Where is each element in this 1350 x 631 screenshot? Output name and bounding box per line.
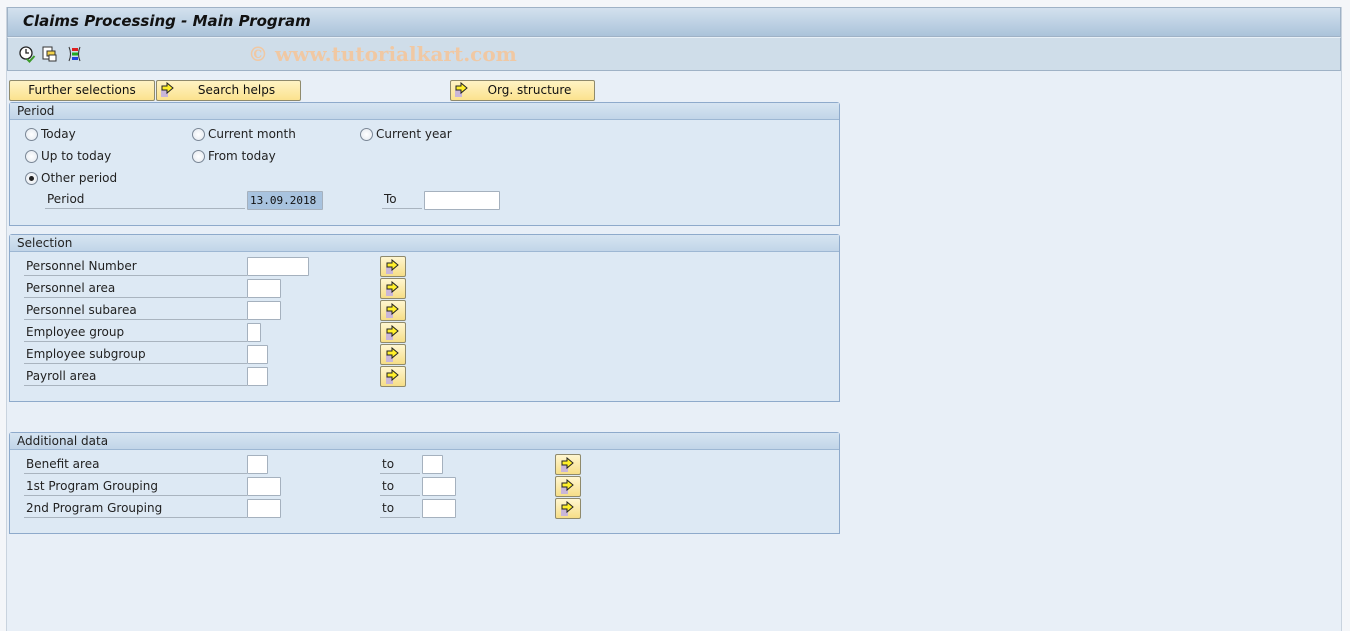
benefit-area-to-input[interactable] bbox=[422, 455, 443, 474]
period-heading: Period bbox=[10, 103, 839, 120]
radio-up-to-today[interactable]: Up to today bbox=[25, 149, 111, 163]
personnel-subarea-label: Personnel subarea bbox=[24, 303, 247, 320]
radio-label: Current month bbox=[208, 127, 296, 141]
execute-clock-icon[interactable] bbox=[18, 45, 36, 63]
benefit-area-from-input[interactable] bbox=[247, 455, 268, 474]
radio-label: From today bbox=[208, 149, 276, 163]
search-helps-button[interactable]: Search helps bbox=[156, 80, 301, 101]
period-to-input[interactable] bbox=[424, 191, 500, 210]
radio-today[interactable]: Today bbox=[25, 127, 76, 141]
employee-group-multiple-selection-button[interactable] bbox=[380, 322, 406, 343]
employee-subgroup-multiple-selection-button[interactable] bbox=[380, 344, 406, 365]
period-label: Period bbox=[45, 192, 245, 209]
program-grouping-2-multiple-selection-button[interactable] bbox=[555, 498, 581, 519]
arrow-right-icon bbox=[454, 81, 470, 104]
arrow-right-icon bbox=[160, 81, 176, 104]
program-grouping-1-to-input[interactable] bbox=[422, 477, 456, 496]
benefit-area-multiple-selection-button[interactable] bbox=[555, 454, 581, 475]
title-bar: Claims Processing - Main Program bbox=[7, 7, 1341, 37]
program-grouping-2-label: 2nd Program Grouping bbox=[24, 501, 247, 518]
org-structure-label: Org. structure bbox=[487, 83, 572, 97]
watermark: © www.tutorialkart.com bbox=[248, 42, 517, 66]
employee-subgroup-input[interactable] bbox=[247, 345, 268, 364]
personnel-area-multiple-selection-button[interactable] bbox=[380, 278, 406, 299]
period-from-input[interactable]: 13.09.2018 bbox=[247, 191, 323, 210]
radio-button[interactable] bbox=[192, 149, 205, 163]
radio-label: Up to today bbox=[41, 149, 112, 163]
benefit-area-label: Benefit area bbox=[24, 457, 247, 474]
program-grouping-2-from-input[interactable] bbox=[247, 499, 281, 518]
selection-heading: Selection bbox=[10, 235, 839, 252]
radio-label: Today bbox=[41, 127, 76, 141]
employee-group-input[interactable] bbox=[247, 323, 261, 342]
radio-label: Current year bbox=[376, 127, 452, 141]
employee-group-label: Employee group bbox=[24, 325, 247, 342]
page-title: Claims Processing - Main Program bbox=[23, 12, 311, 30]
search-helps-label: Search helps bbox=[197, 83, 276, 97]
payroll-area-label: Payroll area bbox=[24, 369, 247, 386]
payroll-area-input[interactable] bbox=[247, 367, 268, 386]
period-group: Period Today Current month Current year … bbox=[9, 102, 840, 226]
further-selections-button[interactable]: Further selections bbox=[9, 80, 155, 101]
personnel-number-label: Personnel Number bbox=[24, 259, 247, 276]
radio-button[interactable] bbox=[25, 127, 38, 141]
program-grouping-1-to-label: to bbox=[380, 479, 420, 496]
radio-button[interactable] bbox=[192, 127, 205, 141]
personnel-number-input[interactable] bbox=[247, 257, 309, 276]
radio-other-period[interactable]: Other period bbox=[25, 171, 117, 185]
radio-label: Other period bbox=[41, 171, 118, 185]
further-selections-label: Further selections bbox=[28, 83, 136, 97]
program-grouping-2-to-input[interactable] bbox=[422, 499, 456, 518]
radio-current-month[interactable]: Current month bbox=[192, 127, 296, 141]
radio-button-selected[interactable] bbox=[25, 171, 38, 185]
radio-current-year[interactable]: Current year bbox=[360, 127, 452, 141]
additional-data-heading: Additional data bbox=[10, 433, 839, 450]
program-grouping-1-from-input[interactable] bbox=[247, 477, 281, 496]
program-grouping-1-multiple-selection-button[interactable] bbox=[555, 476, 581, 497]
personnel-area-input[interactable] bbox=[247, 279, 281, 298]
selection-options-icon[interactable] bbox=[66, 45, 84, 63]
main-window: Claims Processing - Main Program © www.t… bbox=[6, 7, 1342, 631]
program-grouping-1-label: 1st Program Grouping bbox=[24, 479, 247, 496]
personnel-area-label: Personnel area bbox=[24, 281, 247, 298]
radio-button[interactable] bbox=[25, 149, 38, 163]
period-to-label: To bbox=[382, 192, 422, 209]
additional-data-group: Additional data Benefit area to 1st Prog… bbox=[9, 432, 840, 534]
program-grouping-2-to-label: to bbox=[380, 501, 420, 518]
payroll-area-multiple-selection-button[interactable] bbox=[380, 366, 406, 387]
personnel-number-multiple-selection-button[interactable] bbox=[380, 256, 406, 277]
radio-from-today[interactable]: From today bbox=[192, 149, 276, 163]
benefit-area-to-label: to bbox=[380, 457, 420, 474]
radio-button[interactable] bbox=[360, 127, 373, 141]
personnel-subarea-multiple-selection-button[interactable] bbox=[380, 300, 406, 321]
org-structure-button[interactable]: Org. structure bbox=[450, 80, 595, 101]
employee-subgroup-label: Employee subgroup bbox=[24, 347, 247, 364]
get-variant-icon[interactable] bbox=[41, 45, 59, 63]
application-toolbar: © www.tutorialkart.com bbox=[7, 37, 1341, 71]
selection-group: Selection Personnel Number Personnel are… bbox=[9, 234, 840, 402]
personnel-subarea-input[interactable] bbox=[247, 301, 281, 320]
